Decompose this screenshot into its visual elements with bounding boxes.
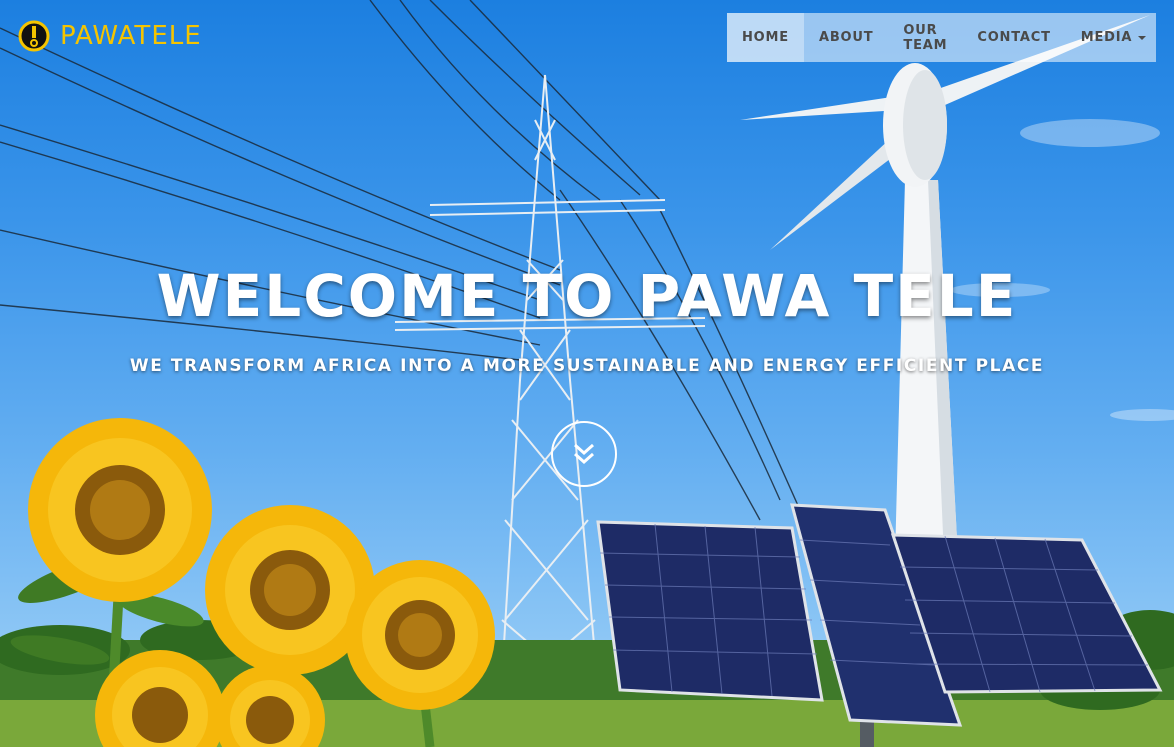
nav-item-label: MEDIA bbox=[1080, 30, 1133, 45]
scroll-down-button[interactable] bbox=[551, 421, 617, 487]
nav-item-contact[interactable]: CONTACT bbox=[962, 13, 1065, 62]
hero-title: WELCOME TO PAWA TELE bbox=[156, 262, 1018, 330]
nav-item-home[interactable]: HOME bbox=[727, 13, 804, 62]
nav-item-label: ABOUT bbox=[818, 30, 874, 45]
power-exclamation-icon bbox=[18, 20, 50, 52]
nav-item-label: CONTACT bbox=[977, 30, 1051, 45]
main-nav: HOME ABOUT OUR TEAM CONTACT MEDIA bbox=[727, 13, 1156, 62]
nav-item-our-team[interactable]: OUR TEAM bbox=[888, 13, 962, 62]
nav-item-about[interactable]: ABOUT bbox=[804, 13, 888, 62]
nav-item-media[interactable]: MEDIA bbox=[1066, 13, 1162, 62]
brand-name: PAWATELE bbox=[60, 21, 202, 51]
hero-section: PAWATELE HOME ABOUT OUR TEAM CONTACT MED… bbox=[0, 0, 1174, 747]
brand-logo[interactable]: PAWATELE bbox=[18, 18, 202, 54]
caret-down-icon bbox=[1138, 35, 1147, 40]
nav-item-label: OUR TEAM bbox=[903, 22, 948, 53]
nav-item-label: HOME bbox=[742, 30, 789, 45]
hero-subtitle: WE TRANSFORM AFRICA INTO A MORE SUSTAINA… bbox=[129, 356, 1045, 376]
chevron-double-down-icon bbox=[574, 443, 594, 465]
